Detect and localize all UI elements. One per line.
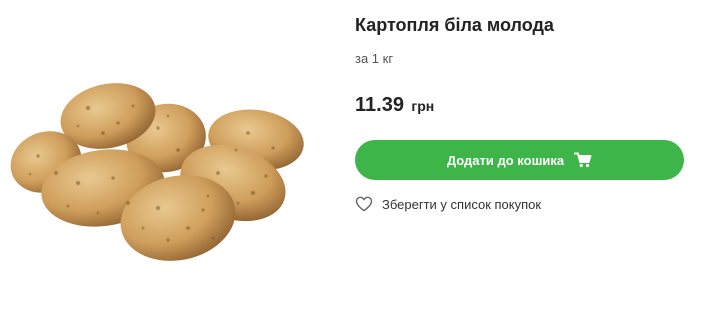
add-to-cart-label: Додати до кошика: [446, 152, 565, 168]
save-to-list-link[interactable]: Зберегти у список покупок: [355, 196, 541, 212]
cart-icon: [574, 152, 592, 168]
unit-text: за 1 кг: [355, 51, 394, 66]
potatoes-image: [10, 83, 304, 261]
save-to-list-label: Зберегти у список покупок: [382, 196, 542, 212]
price-currency: грн: [411, 98, 435, 114]
heart-icon: [355, 196, 373, 212]
price-value: 11.39: [355, 94, 404, 116]
add-to-cart-button[interactable]: Додати до кошика: [355, 140, 684, 180]
product-title: Картопля біла молода: [355, 15, 554, 35]
product-image: [8, 78, 308, 268]
price: 11.39 грн: [355, 94, 434, 117]
